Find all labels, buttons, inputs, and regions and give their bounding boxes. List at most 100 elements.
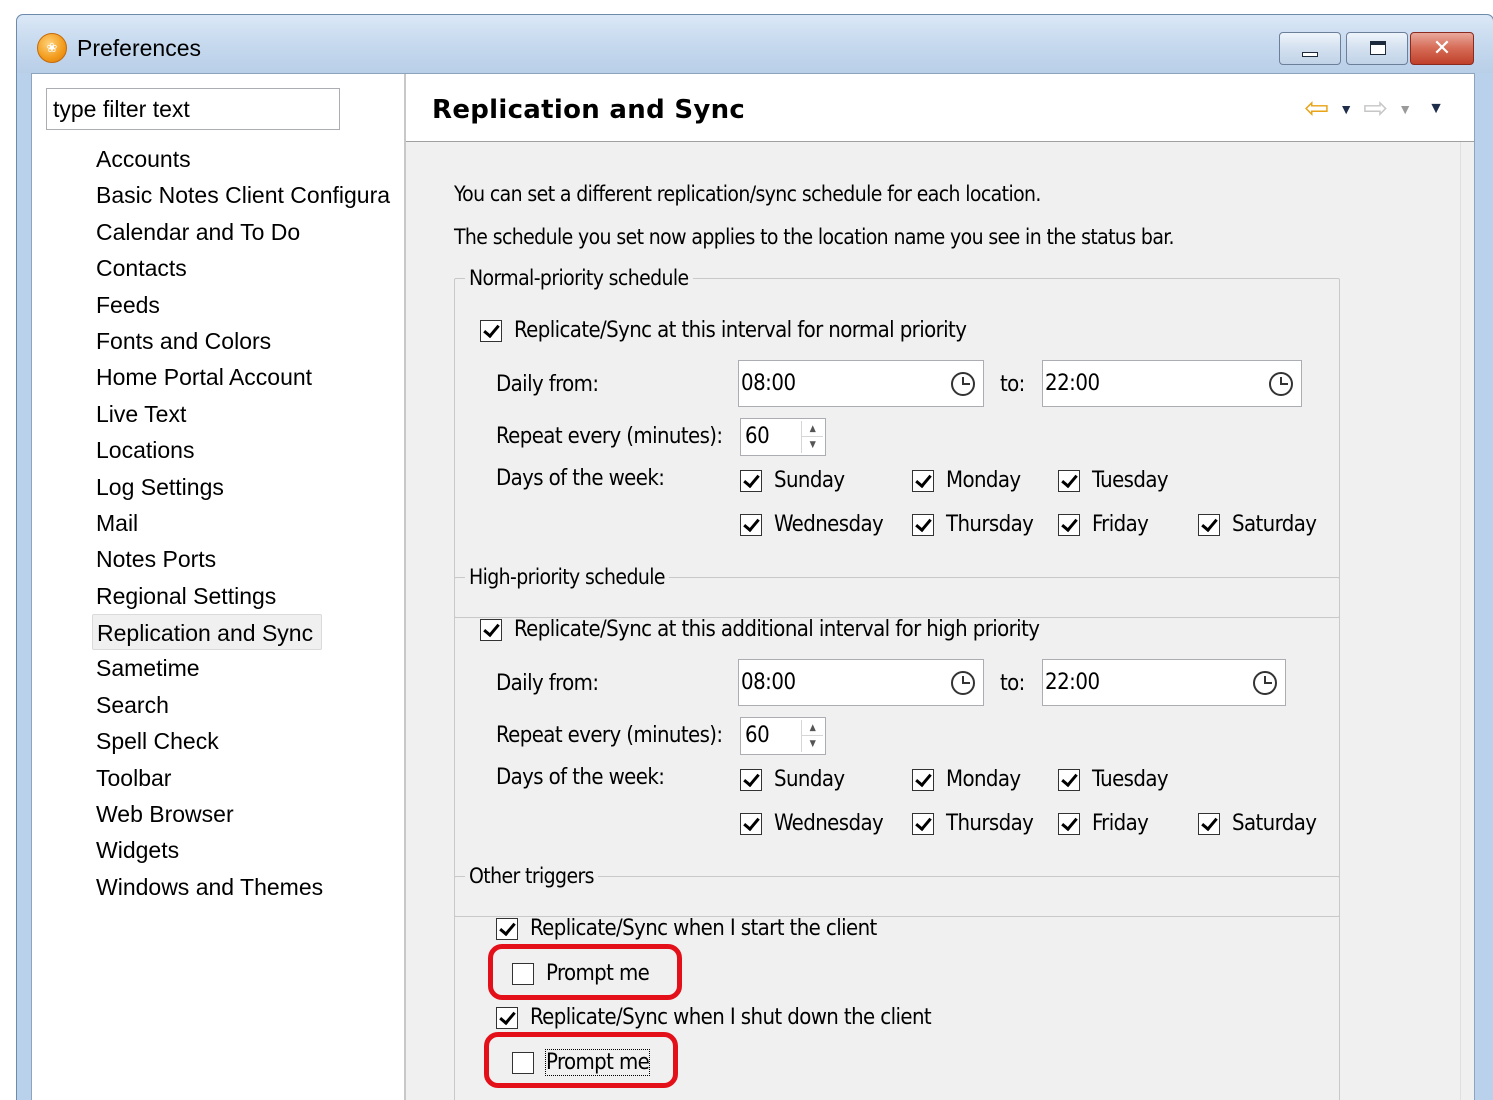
forward-arrow-icon[interactable]: ⇨: [1363, 94, 1388, 124]
other-triggers-legend: Other triggers: [469, 864, 594, 888]
forward-dropdown-icon[interactable]: ▼: [1392, 101, 1418, 117]
checkbox-icon[interactable]: [740, 812, 762, 835]
high-from-time-field[interactable]: 08:00: [738, 659, 984, 706]
high-repeat-spinner[interactable]: 60 ▲ ▼: [740, 717, 826, 755]
nav-item[interactable]: Log Settings: [88, 469, 404, 505]
nav-item[interactable]: Search: [88, 687, 404, 723]
clock-icon[interactable]: [951, 671, 975, 695]
maximize-button[interactable]: [1346, 32, 1408, 65]
nav-item[interactable]: Mail: [88, 505, 404, 541]
normal-sunday-checkbox[interactable]: Sunday: [740, 468, 845, 493]
minimize-button[interactable]: [1279, 32, 1341, 65]
high-to-time-field[interactable]: 22:00: [1042, 659, 1286, 706]
high-days-label: Days of the week:: [496, 765, 665, 790]
day-label: Tuesday: [1092, 767, 1169, 792]
preference-page: Replication and Sync ⇦ ▼ ⇨ ▼ ▼ You can s…: [406, 74, 1474, 1100]
spinner-buttons[interactable]: ▲ ▼: [801, 421, 823, 453]
checkbox-icon[interactable]: [912, 469, 934, 492]
clock-icon[interactable]: [951, 372, 975, 396]
nav-item[interactable]: Contacts: [88, 250, 404, 286]
intro-text-2: The schedule you set now applies to the …: [454, 225, 1175, 249]
nav-item[interactable]: Sametime: [88, 650, 404, 686]
maximize-icon: [1370, 41, 1386, 55]
high-enable-checkbox[interactable]: Replicate/Sync at this additional interv…: [480, 617, 1040, 642]
normal-from-time-field[interactable]: 08:00: [738, 360, 984, 407]
nav-item[interactable]: Regional Settings: [88, 578, 404, 614]
checkbox-icon[interactable]: [740, 513, 762, 536]
checkbox-icon[interactable]: [1198, 513, 1220, 536]
day-label: Friday: [1092, 512, 1149, 537]
high-friday-checkbox[interactable]: Friday: [1058, 811, 1149, 836]
nav-item[interactable]: Widgets: [88, 832, 404, 868]
vertical-scrollbar[interactable]: [1460, 142, 1474, 1100]
day-label: Thursday: [946, 811, 1034, 836]
high-thursday-checkbox[interactable]: Thursday: [912, 811, 1034, 836]
checkbox-icon[interactable]: [496, 917, 518, 940]
title-bar[interactable]: ❀ Preferences ✕: [17, 15, 1493, 73]
day-label: Monday: [946, 767, 1021, 792]
nav-item[interactable]: Locations: [88, 432, 404, 468]
checkbox-icon[interactable]: [480, 319, 502, 342]
checkbox-icon[interactable]: [740, 768, 762, 791]
normal-friday-checkbox[interactable]: Friday: [1058, 512, 1149, 537]
checkbox-icon[interactable]: [912, 812, 934, 835]
nav-item-label: Web Browser: [96, 801, 234, 828]
checkbox-icon[interactable]: [480, 618, 502, 641]
shutdown-client-checkbox[interactable]: Replicate/Sync when I shut down the clie…: [496, 1005, 932, 1030]
high-saturday-checkbox[interactable]: Saturday: [1198, 811, 1317, 836]
nav-item[interactable]: Replication and Sync: [88, 614, 404, 651]
close-button[interactable]: ✕: [1410, 32, 1474, 65]
nav-item[interactable]: Web Browser: [88, 796, 404, 832]
normal-monday-checkbox[interactable]: Monday: [912, 468, 1021, 493]
normal-to-time-field[interactable]: 22:00: [1042, 360, 1302, 407]
normal-repeat-spinner[interactable]: 60 ▲ ▼: [740, 418, 826, 456]
nav-item[interactable]: Calendar and To Do: [88, 214, 404, 250]
client-area: Accounts Basic Notes Client Configura Cale…: [31, 73, 1475, 1100]
spin-up-icon[interactable]: ▲: [802, 421, 823, 437]
checkbox-icon[interactable]: [912, 513, 934, 536]
checkbox-icon[interactable]: [1058, 469, 1080, 492]
clock-icon[interactable]: [1253, 671, 1277, 695]
nav-item[interactable]: Home Portal Account: [88, 359, 404, 395]
nav-item[interactable]: Toolbar: [88, 760, 404, 796]
high-tuesday-checkbox[interactable]: Tuesday: [1058, 767, 1169, 792]
view-menu-icon[interactable]: ▼: [1422, 100, 1450, 118]
day-label: Wednesday: [774, 811, 884, 836]
back-dropdown-icon[interactable]: ▼: [1333, 101, 1359, 117]
checkbox-icon[interactable]: [496, 1006, 518, 1029]
high-sunday-checkbox[interactable]: Sunday: [740, 767, 845, 792]
day-label: Monday: [946, 468, 1021, 493]
nav-item[interactable]: Accounts: [88, 141, 404, 177]
nav-item[interactable]: Windows and Themes: [88, 869, 404, 905]
checkbox-icon[interactable]: [1058, 812, 1080, 835]
nav-item[interactable]: Notes Ports: [88, 541, 404, 577]
nav-item[interactable]: Live Text: [88, 396, 404, 432]
checkbox-icon[interactable]: [1058, 768, 1080, 791]
checkbox-icon[interactable]: [1058, 513, 1080, 536]
spinner-buttons[interactable]: ▲ ▼: [801, 720, 823, 752]
high-wednesday-checkbox[interactable]: Wednesday: [740, 811, 884, 836]
normal-wednesday-checkbox[interactable]: Wednesday: [740, 512, 884, 537]
checkbox-icon[interactable]: [912, 768, 934, 791]
nav-item-label: Notes Ports: [96, 546, 217, 573]
filter-input[interactable]: [46, 88, 340, 130]
spin-up-icon[interactable]: ▲: [802, 720, 823, 736]
spin-down-icon[interactable]: ▼: [802, 736, 823, 752]
high-monday-checkbox[interactable]: Monday: [912, 767, 1021, 792]
clock-icon[interactable]: [1269, 372, 1293, 396]
preferences-window: ❀ Preferences ✕ Accounts Basic Notes Clie…: [16, 14, 1493, 1100]
normal-thursday-checkbox[interactable]: Thursday: [912, 512, 1034, 537]
normal-tuesday-checkbox[interactable]: Tuesday: [1058, 468, 1169, 493]
back-arrow-icon[interactable]: ⇦: [1304, 94, 1329, 124]
checkbox-icon[interactable]: [740, 469, 762, 492]
intro-text-1: You can set a different replication/sync…: [454, 182, 1041, 206]
normal-saturday-checkbox[interactable]: Saturday: [1198, 512, 1317, 537]
nav-item[interactable]: Fonts and Colors: [88, 323, 404, 359]
start-client-checkbox[interactable]: Replicate/Sync when I start the client: [496, 916, 877, 941]
checkbox-icon[interactable]: [1198, 812, 1220, 835]
spin-down-icon[interactable]: ▼: [802, 437, 823, 453]
nav-item[interactable]: Spell Check: [88, 723, 404, 759]
normal-enable-checkbox[interactable]: Replicate/Sync at this interval for norm…: [480, 318, 967, 343]
nav-item[interactable]: Basic Notes Client Configura: [88, 177, 404, 213]
nav-item[interactable]: Feeds: [88, 287, 404, 323]
